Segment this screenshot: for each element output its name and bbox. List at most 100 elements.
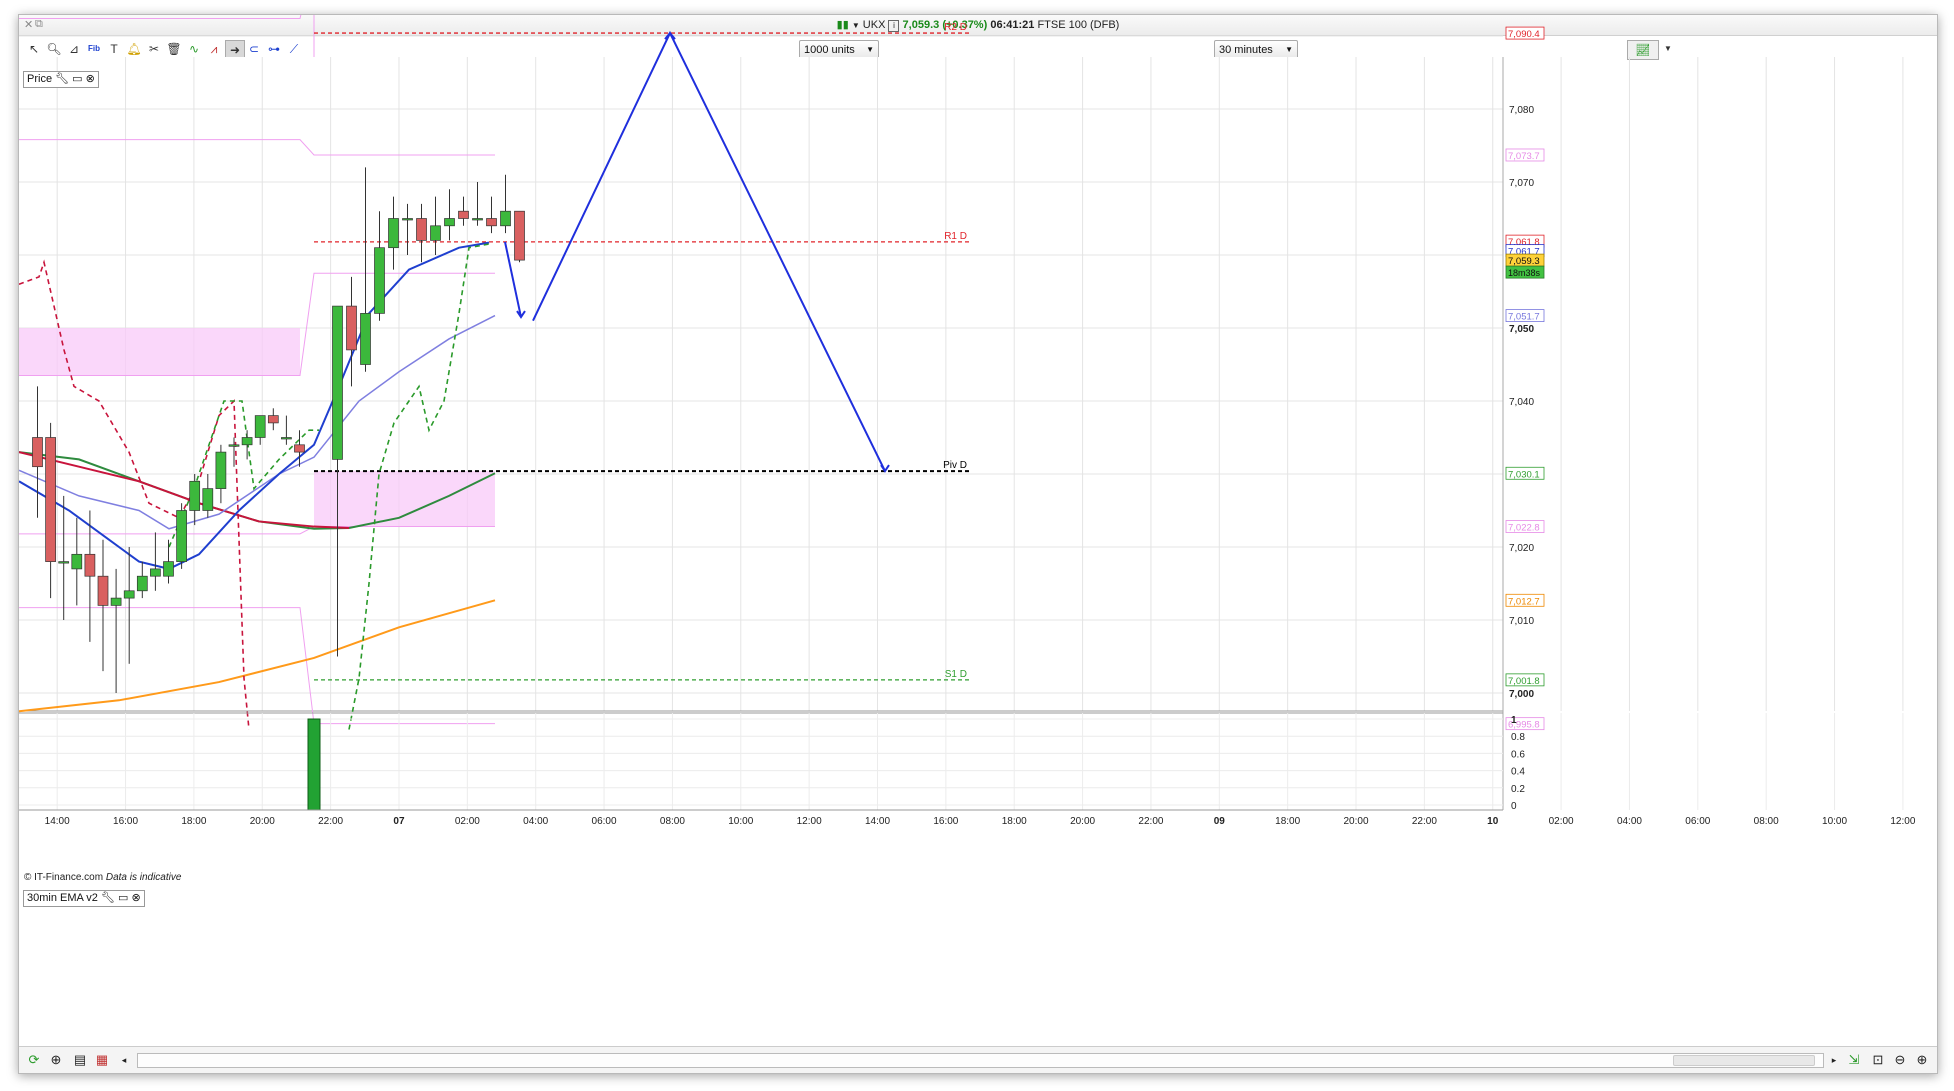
wrench-icon[interactable]: 🔧︎	[101, 892, 115, 904]
price-tag-label: 7,022.8	[1508, 523, 1540, 534]
close-panel-icon[interactable]: ⊗	[131, 892, 140, 904]
scrollbar-thumb[interactable]	[1673, 1055, 1815, 1066]
fit-chart-icon[interactable]: ⊡	[1869, 1051, 1887, 1069]
maximize-icon[interactable]: ▭	[72, 73, 82, 85]
candle-body	[430, 225, 441, 241]
bottom-bar: ⟳ ⊕ ▤ ▦ ◂ ▸ ⇲ ⊡ ⊖ ⊕	[19, 1046, 1937, 1073]
price-tick-label: 7,080	[1509, 105, 1534, 116]
candle-body	[189, 480, 201, 511]
candle-body	[332, 305, 343, 460]
maximize-icon[interactable]: ▭	[118, 892, 128, 904]
candle-body	[514, 210, 525, 261]
chart-window: ✕ ⧉ ▮▮ ▼ UKX i 7,059.3 (+0.37%) 06:41:21…	[18, 14, 1938, 1074]
candle-body	[150, 568, 161, 577]
time-tick-label: 10:00	[1822, 816, 1847, 827]
time-tick-label: 06:00	[1685, 816, 1710, 827]
candle-body	[444, 218, 455, 227]
indicative-note: Data is indicative	[105, 872, 182, 883]
time-tick-label: 09	[1214, 816, 1226, 827]
candle-body	[281, 437, 292, 440]
notes-icon[interactable]: ▤	[71, 1051, 89, 1069]
candle-body	[71, 553, 83, 570]
candle-body	[45, 437, 56, 562]
candle-body	[110, 597, 122, 606]
candle-body	[472, 218, 483, 221]
auto-scale-icon[interactable]: ⇲	[1845, 1051, 1863, 1069]
pivot-band-line	[19, 15, 302, 19]
current-price-label: 7,059.3	[1508, 256, 1540, 267]
time-tick-label: 04:00	[523, 816, 548, 827]
candle-body	[58, 561, 70, 564]
countdown-label: 18m38s	[1508, 268, 1541, 278]
time-tick-label: 16:00	[933, 816, 958, 827]
price-tag-label: 7,012.7	[1508, 596, 1540, 607]
time-tick-label: 04:00	[1617, 816, 1642, 827]
price-tick-label: 7,040	[1509, 397, 1534, 408]
time-tick-label: 18:00	[1275, 816, 1300, 827]
time-tick-label: 07	[393, 816, 405, 827]
zoom-out-icon[interactable]: ⊖	[1891, 1051, 1909, 1069]
candle-body	[416, 218, 427, 241]
indicator-tick-label: 0.8	[1511, 732, 1525, 743]
candle-body	[136, 575, 148, 592]
indicators-icon[interactable]: ▦	[93, 1051, 111, 1069]
indicator-tick-label: 0.6	[1511, 749, 1525, 760]
close-panel-icon[interactable]: ⊗	[86, 73, 95, 85]
time-tick-label: 20:00	[250, 816, 275, 827]
indicator-tick-label: 1	[1511, 715, 1517, 726]
indicator-panel-label: 30min EMA v2	[27, 892, 98, 904]
refresh-chart-icon[interactable]: ⟳	[25, 1051, 43, 1069]
price-panel-label: Price	[27, 73, 53, 85]
price-tick-label: 7,000	[1509, 689, 1534, 700]
time-tick-label: 22:00	[1138, 816, 1163, 827]
time-tick-label: 18:00	[1002, 816, 1027, 827]
price-tag-label: 7,073.7	[1508, 151, 1540, 162]
time-tick-label: 08:00	[1754, 816, 1779, 827]
price-tick-label: 7,020	[1509, 543, 1534, 554]
chart-area[interactable]: R2 D R1 D Piv D S1 D 7,080 7,070 7,050 7,040 7,0…	[19, 15, 1937, 1045]
zoom-in-icon[interactable]: ⊕	[1913, 1051, 1931, 1069]
candle-body	[486, 218, 497, 227]
price-tag-label: 7,001.8	[1508, 676, 1540, 687]
indicator-panel-header: 30min EMA v2 🔧︎ ▭ ⊗	[23, 890, 145, 907]
candle-body	[228, 444, 240, 447]
time-tick-label: 22:00	[1412, 816, 1437, 827]
level-label: R2 D	[944, 22, 967, 33]
indicator-bar	[307, 718, 321, 811]
price-tag-label: 7,051.7	[1508, 312, 1540, 323]
level-label: R1 D	[944, 231, 967, 242]
candle-body	[388, 218, 399, 249]
time-tick-label: 14:00	[865, 816, 890, 827]
time-tick-label: 18:00	[181, 816, 206, 827]
price-axis: 7,0807,0707,0507,0407,0207,0107,0007,100…	[1505, 26, 1545, 731]
candle-body	[267, 415, 279, 424]
candle-body	[84, 553, 96, 577]
candle-body	[254, 415, 266, 438]
time-tick-label: 02:00	[455, 816, 480, 827]
horizontal-scrollbar[interactable]	[137, 1053, 1824, 1068]
data-source-note: © IT-Finance.com Data is indicative	[24, 872, 181, 883]
scroll-left-icon[interactable]: ◂	[115, 1051, 133, 1069]
time-tick-label: 12:00	[1890, 816, 1915, 827]
time-tick-label: 20:00	[1344, 816, 1369, 827]
crosshair-icon[interactable]: ⊕	[47, 1051, 65, 1069]
candle-body	[123, 590, 135, 599]
time-tick-label: 10	[1487, 816, 1499, 827]
level-label: S1 D	[945, 669, 967, 680]
price-panel-header: Price 🔧︎ ▭ ⊗	[23, 71, 99, 88]
level-label: Piv D	[943, 460, 967, 471]
time-tick-label: 02:00	[1549, 816, 1574, 827]
time-tick-label: 16:00	[113, 816, 138, 827]
time-tick-label: 10:00	[728, 816, 753, 827]
candle-body	[458, 210, 469, 219]
candle-body	[346, 305, 357, 351]
wrench-icon[interactable]: 🔧︎	[55, 73, 69, 85]
price-tick-label: 7,070	[1509, 178, 1534, 189]
candle-body	[402, 218, 413, 221]
time-tick-label: 22:00	[318, 816, 343, 827]
candle-body	[176, 510, 187, 562]
candle-body	[294, 444, 305, 453]
candle-body	[500, 210, 511, 227]
scroll-right-icon[interactable]: ▸	[1825, 1051, 1843, 1069]
candle-body	[241, 437, 253, 446]
